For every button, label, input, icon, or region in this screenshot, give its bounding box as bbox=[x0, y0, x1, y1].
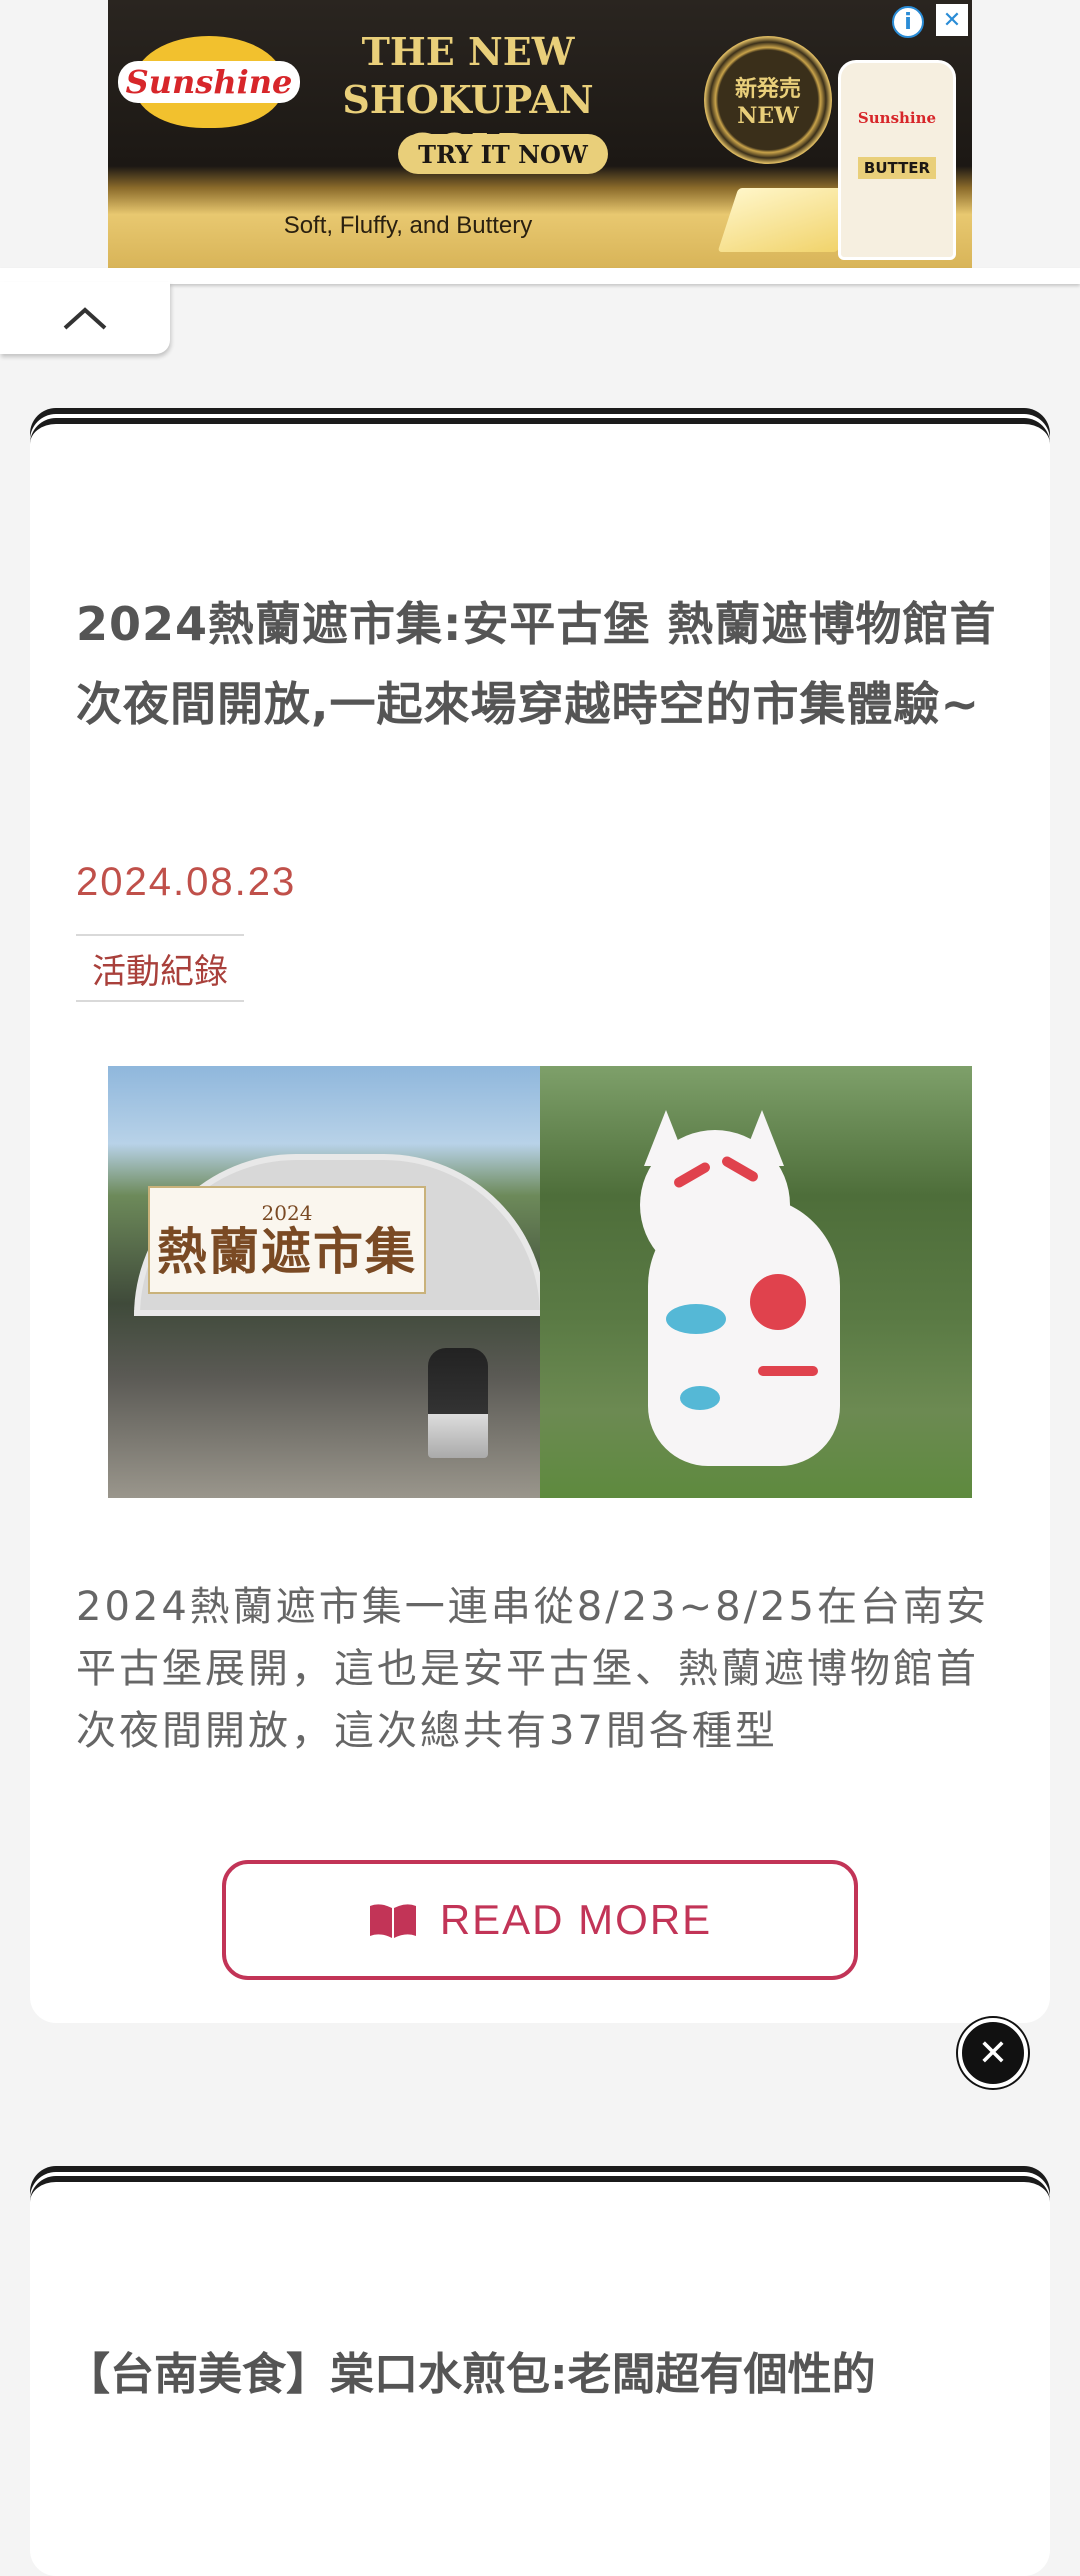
close-icon[interactable]: ✕ bbox=[936, 4, 968, 36]
book-icon bbox=[369, 1904, 416, 1938]
ad-brand: Sunshine bbox=[117, 61, 301, 103]
new-seal-icon: 新発売 NEW bbox=[704, 36, 832, 164]
next-article-card: 【台南美食】棠口水煎包:老闆超有個性的 bbox=[30, 2176, 1050, 2576]
info-icon[interactable]: i bbox=[892, 6, 924, 38]
read-more-button[interactable]: READ MORE bbox=[222, 1860, 858, 1980]
cat-head bbox=[640, 1130, 790, 1280]
market-entrance-photo: 2024 熱蘭遮市集 bbox=[108, 1066, 546, 1498]
article-card: 2024熱蘭遮市集:安平古堡 熱蘭遮博物館首次夜間開放,一起來場穿越時空的市集體… bbox=[30, 418, 1050, 2023]
banner-name: 熱蘭遮市集 bbox=[157, 1222, 417, 1281]
read-more-label: READ MORE bbox=[439, 1896, 713, 1943]
cat-spot bbox=[750, 1274, 806, 1330]
article-image[interactable]: 2024 熱蘭遮市集 bbox=[108, 1066, 972, 1498]
visitors-figure bbox=[428, 1348, 488, 1458]
close-icon[interactable]: ✕ bbox=[958, 2018, 1028, 2088]
collapse-ad-button[interactable] bbox=[0, 282, 170, 354]
chevron-up-icon bbox=[63, 307, 107, 330]
article-title[interactable]: 2024熱蘭遮市集:安平古堡 熱蘭遮博物館首次夜間開放,一起來場穿越時空的市集體… bbox=[76, 584, 1016, 744]
seal-bottom: NEW bbox=[737, 103, 799, 129]
next-article-title[interactable]: 【台南美食】棠口水煎包:老闆超有個性的 bbox=[66, 2338, 1026, 2402]
ad-tagline: Soft, Fluffy, and Buttery bbox=[283, 212, 533, 239]
package-label: BUTTER bbox=[857, 157, 937, 179]
market-banner: 2024 熱蘭遮市集 bbox=[148, 1186, 426, 1294]
article-excerpt: 2024熱蘭遮市集一連串從8/23~8/25在台南安平古堡展開，這也是安平古堡、… bbox=[76, 1584, 989, 1754]
seal-top: 新発売 bbox=[734, 76, 801, 102]
category-tag[interactable]: 活動紀錄 bbox=[76, 934, 244, 1002]
inflatable-cat-photo bbox=[540, 1066, 972, 1498]
cat-spot bbox=[680, 1386, 720, 1410]
sunshine-logo: Sunshine bbox=[117, 36, 301, 128]
bread-package-image: Sunshine BUTTER bbox=[838, 60, 956, 260]
ad-cta-button[interactable]: TRY IT NOW bbox=[398, 134, 608, 174]
ad-headline-line1: THE NEW bbox=[361, 29, 575, 74]
package-brand: Sunshine bbox=[857, 109, 937, 127]
article-date: 2024.08.23 bbox=[76, 860, 297, 904]
ad-banner[interactable]: Sunshine THE NEW SHOKUPAN GOLD TRY IT NO… bbox=[108, 0, 972, 268]
cat-spot bbox=[666, 1304, 726, 1334]
cat-stripe bbox=[758, 1366, 818, 1376]
